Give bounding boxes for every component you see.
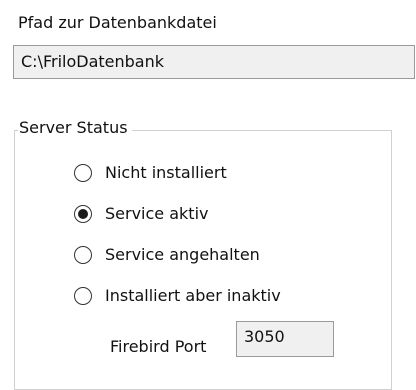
radio-option-label: Nicht installiert — [105, 163, 227, 182]
radio-option-nicht-installiert[interactable]: Nicht installiert — [74, 160, 227, 186]
radio-button[interactable] — [74, 164, 92, 182]
radio-option-service-angehalten[interactable]: Service angehalten — [74, 242, 260, 268]
radio-selected-dot — [78, 209, 88, 219]
radio-option-service-aktiv[interactable]: Service aktiv — [74, 201, 208, 227]
database-path-label: Pfad zur Datenbankdatei — [18, 13, 217, 32]
radio-option-label: Service angehalten — [105, 245, 260, 264]
radio-option-label: Service aktiv — [105, 204, 209, 223]
radio-button[interactable] — [74, 205, 92, 223]
radio-button[interactable] — [74, 246, 92, 264]
firebird-port-field[interactable]: 3050 — [236, 321, 334, 357]
database-path-field[interactable]: C:\FriloDatenbank — [13, 45, 415, 79]
firebird-port-label: Firebird Port — [110, 337, 207, 356]
radio-button[interactable] — [74, 287, 92, 305]
server-status-legend: Server Status — [18, 116, 132, 140]
radio-option-label: Installiert aber inaktiv — [105, 286, 281, 305]
radio-option-installiert-aber-inaktiv[interactable]: Installiert aber inaktiv — [74, 283, 281, 309]
